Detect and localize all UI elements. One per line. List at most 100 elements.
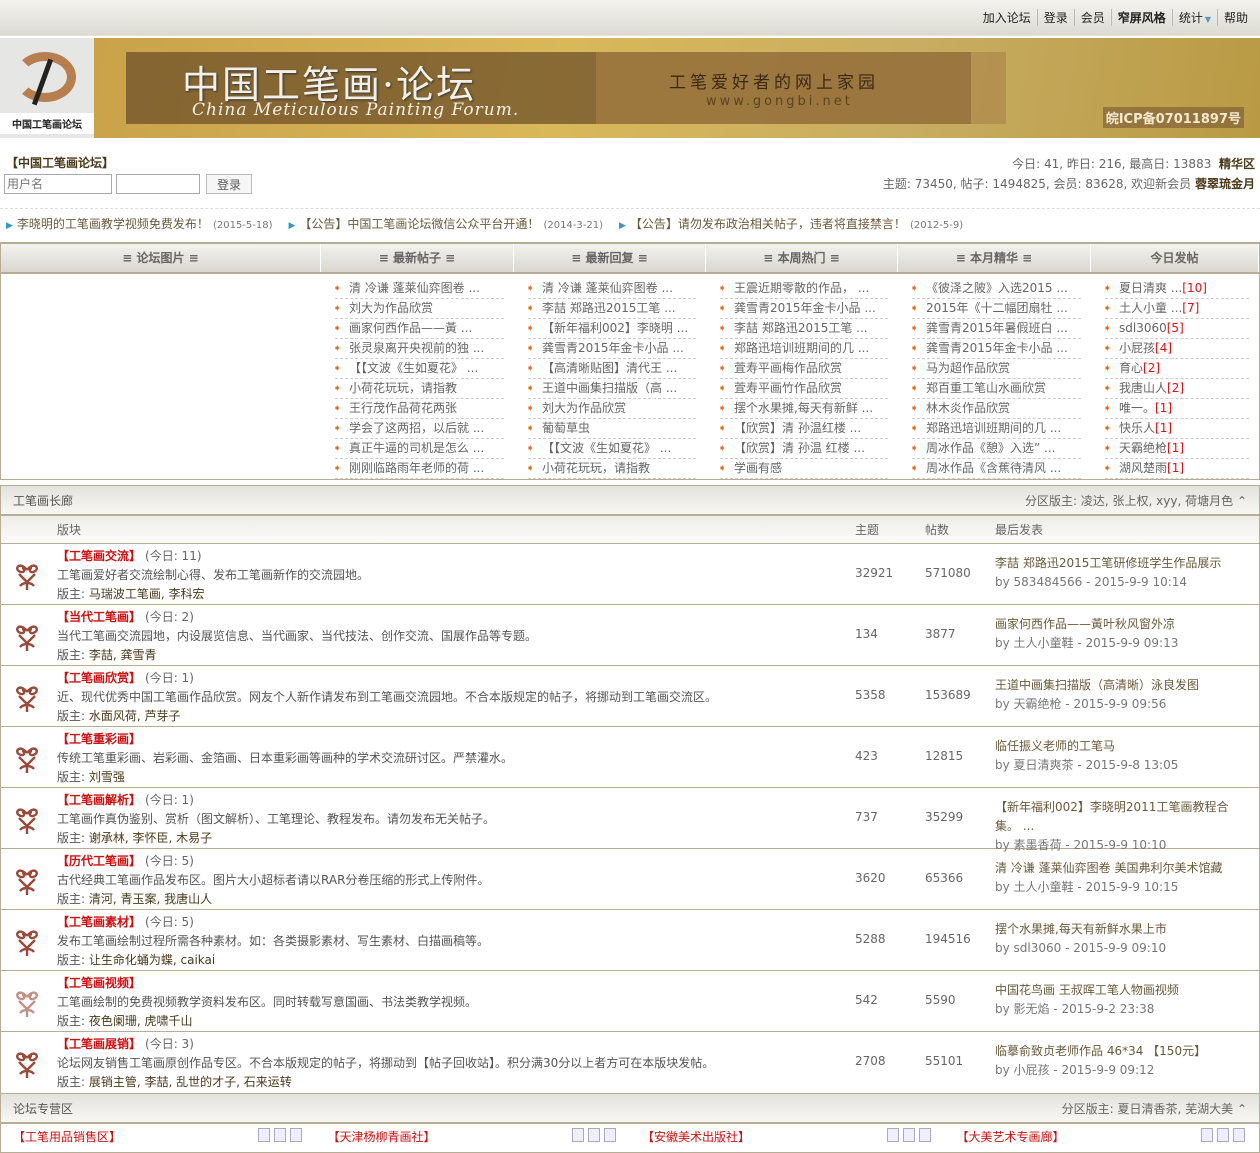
forum-name-link[interactable]: 【工笔画解析】 <box>57 793 141 807</box>
list-item[interactable]: 王震近期零散的作品， ... <box>720 279 888 299</box>
forum-name-link[interactable]: 【工笔画展销】 <box>57 1037 141 1051</box>
list-item[interactable]: 【【文波《生如夏花》 ... <box>335 359 504 379</box>
item-title[interactable]: 快乐人 <box>1119 421 1155 435</box>
password-input[interactable] <box>116 174 200 194</box>
list-item[interactable]: 王行茂作品荷花两张 <box>335 399 504 419</box>
list-item[interactable]: 龚雪青2015年金卡小品 ... <box>720 299 888 319</box>
item-title[interactable]: 学会了这两招，以后就 ... <box>349 421 484 435</box>
item-title[interactable]: 2015年《十二幅团扇牡 ... <box>926 301 1068 315</box>
last-post-title[interactable]: 临任振义老师的工笔马 <box>995 737 1235 756</box>
item-title[interactable]: 【欣赏】清 孙温红楼 ... <box>734 421 861 435</box>
item-title[interactable]: 唯一。 <box>1119 401 1155 415</box>
list-item[interactable]: 李喆 郑路迅2015工笔 ... <box>720 319 888 339</box>
forum-name-link[interactable]: 【工笔画视频】 <box>57 976 141 990</box>
item-title[interactable]: 林木炎作品欣赏 <box>926 401 1010 415</box>
item-title[interactable]: 王行茂作品荷花两张 <box>349 401 457 415</box>
item-title[interactable]: 小屁孩 <box>1119 341 1155 355</box>
item-title[interactable]: 清 冷谦 蓬莱仙弈图卷 ... <box>542 281 673 295</box>
last-post-title[interactable]: 临摹俞致贞老师作品 46*34 【150元】 <box>995 1042 1235 1061</box>
username-input[interactable] <box>4 174 112 194</box>
list-item[interactable]: 天霸绝枪[1] <box>1105 439 1249 459</box>
item-title[interactable]: 马为超作品欣赏 <box>926 361 1010 375</box>
shop-forum-link[interactable]: 【安徽美术出版社】 <box>642 1130 750 1144</box>
list-item[interactable]: 画家何西作品——黃 ... <box>335 319 504 339</box>
last-post-title[interactable]: 画家何西作品——黃叶秋风窗外凉 <box>995 615 1235 634</box>
list-item[interactable]: 我唐山人[2] <box>1105 379 1249 399</box>
list-item[interactable]: 【高清晰贴图】清代王 ... <box>528 359 696 379</box>
item-title[interactable]: 【欣赏】清 孙温 红楼 ... <box>734 441 865 455</box>
reply-icon[interactable] <box>902 1128 915 1142</box>
item-title[interactable]: 王道中画集扫描版（高 ... <box>542 381 677 395</box>
forum-name-link[interactable]: 【工笔重彩画】 <box>57 732 141 746</box>
list-item[interactable]: 小荷花玩玩，请指教 <box>528 459 696 479</box>
forum-name-link[interactable]: 【历代工笔画】 <box>57 854 141 868</box>
moderator-links[interactable]: 李喆, 龚雪青 <box>89 648 157 662</box>
last-post-title[interactable]: 李喆 郑路迅2015工笔研修班学生作品展示 <box>995 554 1235 573</box>
list-item[interactable]: 萓寿平画梅作品欣赏 <box>720 359 888 379</box>
list-item[interactable]: 清 冷谦 蓬莱仙弈图卷 ... <box>335 279 504 299</box>
moderator-links[interactable]: 清河, 青玉案, 我唐山人 <box>89 892 212 906</box>
item-title[interactable]: 学画有感 <box>734 461 782 475</box>
login-button[interactable]: 登录 <box>206 174 253 194</box>
item-title[interactable]: 【新年福利002】李晓明 ... <box>542 321 688 335</box>
list-item[interactable]: 马为超作品欣赏 <box>912 359 1081 379</box>
list-item[interactable]: 【欣赏】清 孙温红楼 ... <box>720 419 888 439</box>
item-title[interactable]: 李喆 郑路迅2015工笔 ... <box>542 301 676 315</box>
list-item[interactable]: 学画有感 <box>720 459 888 479</box>
list-item[interactable]: 周冰作品《含蕉待清风 ... <box>912 459 1081 479</box>
item-title[interactable]: 萓寿平画竹作品欣赏 <box>734 381 842 395</box>
list-item[interactable]: 郑路迅培训班期间的几 ... <box>720 339 888 359</box>
list-item[interactable]: 张灵泉离开央视前的独 ... <box>335 339 504 359</box>
item-title[interactable]: 刚刚临路雨年老师的荷 ... <box>349 461 484 475</box>
last-post-meta[interactable]: by 天霸绝枪 - 2015-9-9 09:56 <box>995 695 1235 714</box>
new-thread-icon[interactable] <box>886 1128 899 1142</box>
announcement-item[interactable]: ▶ 【公告】中国工笔画论坛微信公众平台开通！ (2014-3-21) <box>289 215 604 232</box>
list-item[interactable]: 龚雪青2015年金卡小品 ... <box>528 339 696 359</box>
category-title[interactable]: 论坛专营区 <box>13 1100 73 1117</box>
list-item[interactable]: 萓寿平画竹作品欣赏 <box>720 379 888 399</box>
user-icon[interactable] <box>918 1128 931 1142</box>
list-item[interactable]: 夏日清爽 ...[10] <box>1105 279 1249 299</box>
list-item[interactable]: 刘大为作品欣赏 <box>335 299 504 319</box>
forum-name[interactable]: 【中国工笔画论坛】 <box>6 154 114 171</box>
moderator-links[interactable]: 水面风荷, 芦芽子 <box>89 709 181 723</box>
moderator-links[interactable]: 夜色阑珊, 虎啸千山 <box>89 1014 193 1028</box>
item-title[interactable]: 龚雪青2015年暑假班白 ... <box>926 321 1068 335</box>
reply-icon[interactable] <box>588 1128 600 1142</box>
list-item[interactable]: 郑路迅培训班期间的几 ... <box>912 419 1081 439</box>
list-item[interactable]: 周冰作品《憩》入选” ... <box>912 439 1081 459</box>
item-title[interactable]: 我唐山人 <box>1119 381 1167 395</box>
announcement-item[interactable]: ▶ 李晓明的工笔画教学视频免费发布！ (2015-5-18) <box>6 215 273 232</box>
item-title[interactable]: 画家何西作品——黃 ... <box>349 321 472 335</box>
collapse-icon[interactable]: ⌃ <box>1237 1102 1247 1116</box>
item-title[interactable]: 周冰作品《憩》入选” ... <box>926 441 1055 455</box>
nav-link[interactable]: 会员 <box>1073 9 1111 26</box>
item-title[interactable]: 龚雪青2015年金卡小品 ... <box>542 341 684 355</box>
user-icon[interactable] <box>289 1128 302 1142</box>
list-item[interactable]: 小荷花玩玩，请指教 <box>335 379 504 399</box>
last-post-meta[interactable]: by sdl3060 - 2015-9-9 09:10 <box>995 939 1235 958</box>
list-item[interactable]: 刘大为作品欣赏 <box>528 399 696 419</box>
item-title[interactable]: 湖风楚雨 <box>1119 461 1167 475</box>
list-item[interactable]: 摆个水果摊,每天有新鲜 ... <box>720 399 888 419</box>
item-title[interactable]: 王震近期零散的作品， ... <box>734 281 869 295</box>
list-item[interactable]: 郑百重工笔山水画欣赏 <box>912 379 1081 399</box>
item-title[interactable]: 周冰作品《含蕉待清风 ... <box>926 461 1061 475</box>
item-title[interactable]: 真正牛逼的司机是怎么 ... <box>349 441 484 455</box>
item-title[interactable]: 龚雪青2015年金卡小品 ... <box>734 301 876 315</box>
reply-icon[interactable] <box>1217 1128 1229 1142</box>
forum-name-link[interactable]: 【工笔画欣赏】 <box>57 671 141 685</box>
list-item[interactable]: 龚雪青2015年金卡小品 ... <box>912 339 1081 359</box>
item-title[interactable]: 刘大为作品欣赏 <box>349 301 433 315</box>
tab-header[interactable]: 今日发帖 <box>1091 244 1259 272</box>
list-item[interactable]: 湖风楚雨[1] <box>1105 459 1249 479</box>
list-item[interactable]: 2015年《十二幅团扇牡 ... <box>912 299 1081 319</box>
category-title[interactable]: 工笔画长廊 <box>13 492 73 509</box>
moderator-links[interactable]: 刘雪强 <box>89 770 125 784</box>
item-title[interactable]: 小荷花玩玩，请指教 <box>349 381 457 395</box>
list-item[interactable]: 王道中画集扫描版（高 ... <box>528 379 696 399</box>
item-title[interactable]: 摆个水果摊,每天有新鲜 ... <box>734 401 873 415</box>
list-item[interactable]: 清 冷谦 蓬莱仙弈图卷 ... <box>528 279 696 299</box>
moderator-links[interactable]: 展销主管, 李喆, 乱世的才子, 石来运转 <box>89 1075 292 1089</box>
shop-forum-link[interactable]: 【大美艺术专画廊】 <box>957 1130 1065 1144</box>
